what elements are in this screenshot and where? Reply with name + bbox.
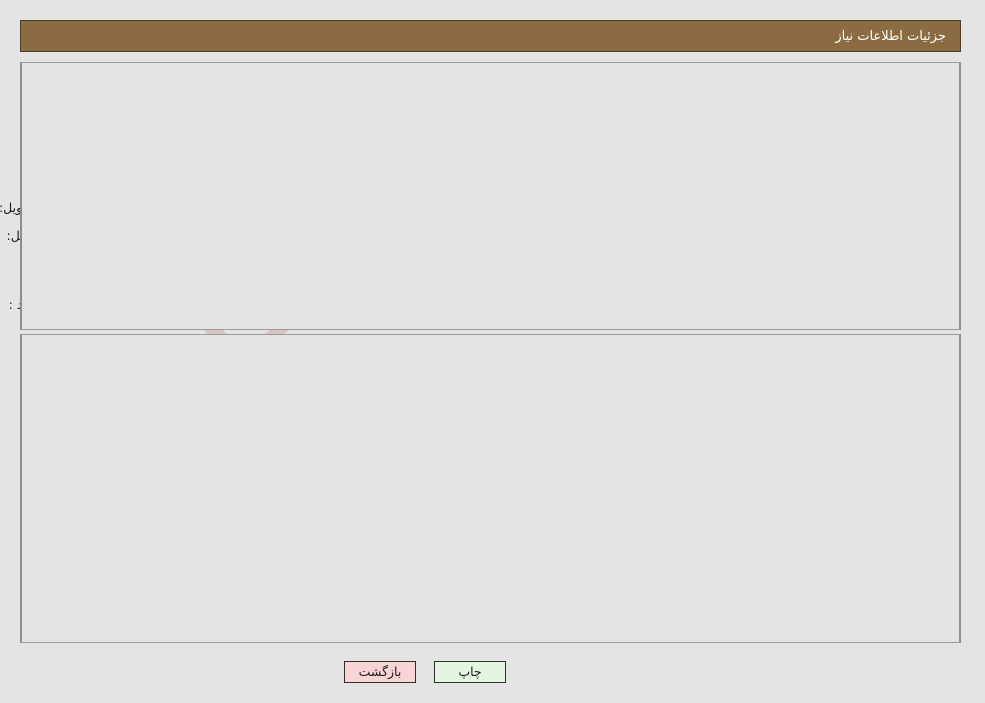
need-info-panel xyxy=(20,62,961,330)
print-button[interactable]: چاپ xyxy=(434,661,506,683)
page-header: جزئیات اطلاعات نیاز xyxy=(20,20,961,52)
page-title: جزئیات اطلاعات نیاز xyxy=(835,28,946,44)
back-button[interactable]: بازگشت xyxy=(344,661,416,683)
service-details-panel xyxy=(20,334,961,643)
